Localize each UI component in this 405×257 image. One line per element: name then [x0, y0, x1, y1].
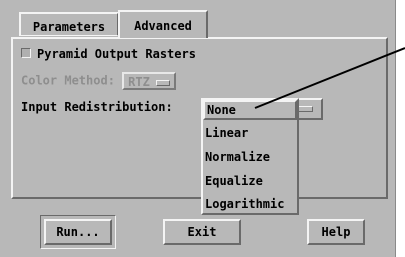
menu-item-linear[interactable]: Linear: [205, 122, 248, 144]
pyramid-output-row[interactable]: Pyramid Output Rasters: [21, 47, 196, 61]
tab-parameters-label: Parameters: [32, 20, 106, 34]
option-menu-indicator-icon: [297, 106, 313, 112]
menu-item-normalize[interactable]: Normalize: [205, 146, 270, 168]
color-method-value: RTZ: [128, 75, 150, 89]
menu-item-none[interactable]: None: [203, 100, 297, 120]
pyramid-output-label: Pyramid Output Rasters: [37, 47, 196, 61]
redistribution-dropdown-menu: None Linear Normalize Equalize Logarithm…: [201, 98, 299, 215]
menu-item-equalize[interactable]: Equalize: [205, 170, 263, 192]
tab-parameters[interactable]: Parameters: [19, 12, 119, 36]
pyramid-output-checkbox[interactable]: [21, 48, 31, 58]
run-button[interactable]: Run...: [44, 219, 112, 245]
tab-advanced[interactable]: Advanced: [118, 10, 208, 38]
input-redistribution-row: Input Redistribution:: [21, 100, 173, 114]
advanced-tab-content: Pyramid Output Rasters Color Method: RTZ…: [11, 37, 388, 199]
dialog-panel: Parameters Advanced Pyramid Output Raste…: [0, 0, 396, 257]
tab-advanced-label: Advanced: [134, 19, 192, 33]
option-menu-indicator-icon: [155, 79, 170, 86]
menu-item-logarithmic[interactable]: Logarithmic: [205, 193, 284, 215]
exit-button[interactable]: Exit: [163, 219, 241, 245]
input-redistribution-label: Input Redistribution:: [21, 100, 173, 114]
color-method-option-menu: RTZ: [122, 72, 176, 90]
color-method-row: Color Method: RTZ: [21, 72, 176, 90]
help-button[interactable]: Help: [307, 219, 365, 245]
color-method-label: Color Method:: [21, 73, 115, 88]
